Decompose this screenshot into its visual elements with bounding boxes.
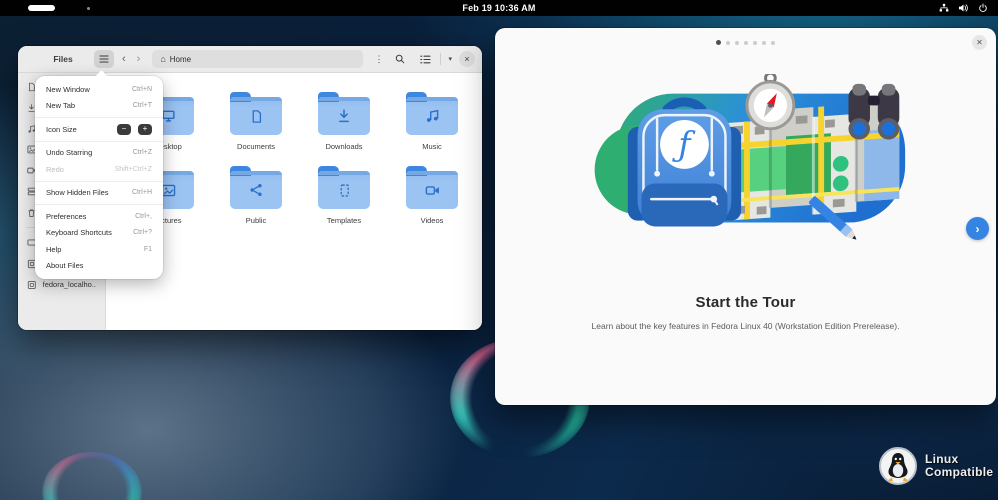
menu-item-icon-size: Icon Size − + — [35, 121, 163, 138]
page-dot — [762, 41, 766, 45]
page-dot-active — [716, 40, 721, 45]
tour-next-button[interactable]: › — [966, 217, 989, 240]
page-dot — [771, 41, 775, 45]
menu-item-show-hidden-files[interactable]: Show Hidden Files Ctrl+H — [35, 185, 163, 202]
music-glyph-icon — [406, 97, 458, 135]
tour-description: Learn about the key features in Fedora L… — [495, 321, 996, 331]
folder-label: Videos — [421, 216, 444, 225]
folder-icon — [318, 97, 370, 135]
menu-item-help[interactable]: Help F1 — [35, 241, 163, 258]
download-glyph-icon — [318, 97, 370, 135]
icon-size-decrease-button[interactable]: − — [117, 124, 131, 135]
menu-item-preferences[interactable]: Preferences Ctrl+, — [35, 208, 163, 225]
video-glyph-icon — [406, 171, 458, 209]
menu-separator — [35, 181, 163, 182]
volume-icon — [958, 3, 969, 13]
sidebar-item-label: fedora_localho... — [43, 280, 96, 289]
back-button[interactable]: ‹ — [119, 54, 129, 65]
network-wired-icon — [939, 3, 949, 13]
files-window-title: Files — [37, 54, 89, 64]
watermark-line2: Compatible — [925, 466, 993, 479]
folder-documents[interactable]: Documents — [212, 89, 300, 163]
page-dot — [726, 41, 730, 45]
tux-penguin-icon — [878, 446, 918, 486]
hamburger-menu-popup: New Window Ctrl+N New Tab Ctrl+T Icon Si… — [35, 76, 163, 279]
folder-videos[interactable]: Videos — [388, 163, 476, 237]
path-label: Home — [170, 55, 191, 64]
menu-item-redo: Redo Shift+Ctrl+Z — [35, 161, 163, 178]
menu-separator — [35, 117, 163, 118]
folder-label: Downloads — [325, 142, 362, 151]
share-glyph-icon — [230, 171, 282, 209]
folder-icon — [406, 171, 458, 209]
hamburger-menu-button[interactable] — [94, 50, 114, 68]
tour-title: Start the Tour — [495, 294, 996, 311]
menu-item-about-files[interactable]: About Files — [35, 258, 163, 275]
files-window: Files ‹ › ⌂ Home ⋮ ▾ × — [18, 46, 482, 330]
watermark-line1: Linux — [925, 453, 993, 466]
header-divider — [440, 53, 441, 65]
folder-templates[interactable]: Templates — [300, 163, 388, 237]
path-bar[interactable]: ⌂ Home — [152, 50, 363, 68]
linux-compatible-watermark: Linux Compatible — [878, 446, 993, 486]
view-toggle-button[interactable] — [415, 50, 435, 68]
page-dot — [735, 41, 739, 45]
tour-close-button[interactable]: ✕ — [972, 35, 987, 50]
menu-item-new-tab[interactable]: New Tab Ctrl+T — [35, 98, 163, 115]
tour-window: ✕ — [495, 28, 996, 405]
files-close-button[interactable]: × — [459, 51, 475, 67]
clock[interactable]: Feb 19 10:36 AM — [0, 3, 998, 13]
tour-illustration: ƒ — [579, 74, 911, 250]
kebab-menu-button[interactable]: ⋮ — [372, 54, 385, 65]
folder-icon — [406, 97, 458, 135]
template-glyph-icon — [318, 171, 370, 209]
folder-label: Templates — [327, 216, 361, 225]
menu-item-new-window[interactable]: New Window Ctrl+N — [35, 81, 163, 98]
files-headerbar: Files ‹ › ⌂ Home ⋮ ▾ × — [18, 46, 482, 73]
top-bar: Feb 19 10:36 AM — [0, 0, 998, 16]
power-icon — [978, 3, 988, 13]
home-icon: ⌂ — [160, 55, 165, 64]
folder-icon — [318, 171, 370, 209]
document-glyph-icon — [230, 97, 282, 135]
folder-icon — [230, 171, 282, 209]
folder-downloads[interactable]: Downloads — [300, 89, 388, 163]
forward-button[interactable]: › — [134, 54, 144, 65]
folder-label: Music — [422, 142, 442, 151]
menu-item-keyboard-shortcuts[interactable]: Keyboard Shortcuts Ctrl+? — [35, 225, 163, 242]
system-status-area[interactable] — [939, 0, 988, 16]
folder-public[interactable]: Public — [212, 163, 300, 237]
tour-page-dots[interactable] — [495, 40, 996, 45]
icon-size-increase-button[interactable]: + — [138, 124, 152, 135]
search-button[interactable] — [390, 50, 410, 68]
folder-label: Documents — [237, 142, 275, 151]
menu-separator — [35, 141, 163, 142]
menu-item-undo-starring[interactable]: Undo Starring Ctrl+Z — [35, 145, 163, 162]
menu-separator — [35, 204, 163, 205]
folder-label: Public — [246, 216, 266, 225]
view-options-caret[interactable]: ▾ — [448, 55, 452, 63]
page-dot — [744, 41, 748, 45]
folder-icon — [230, 97, 282, 135]
folder-music[interactable]: Music — [388, 89, 476, 163]
page-dot — [753, 41, 757, 45]
